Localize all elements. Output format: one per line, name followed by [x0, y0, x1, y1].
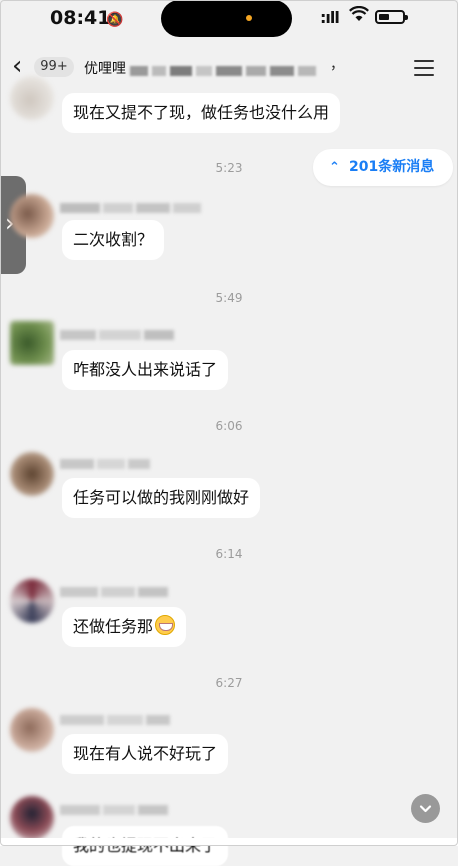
timestamp: 6:27 — [215, 676, 243, 690]
chat-title-tail: ， — [330, 57, 344, 73]
input-area-edge — [0, 838, 458, 846]
message-bubble[interactable]: 任务可以做的我刚刚做好 — [62, 478, 261, 518]
avatar[interactable] — [10, 452, 54, 496]
avatar[interactable] — [10, 76, 54, 120]
bell-slash-icon: 🔕 — [106, 12, 124, 28]
avatar[interactable] — [10, 321, 54, 365]
avatar[interactable] — [10, 796, 54, 840]
back-chevron-icon[interactable]: ‹ — [12, 52, 22, 80]
sender-name — [60, 454, 153, 469]
status-bar: 08:41 🔕 :ıll — [0, 0, 458, 40]
chat-header: ‹ 99+ 优哩哩 ， — [0, 44, 458, 90]
message-bubble[interactable]: 我的也提现不出来了 — [62, 826, 229, 866]
message-bubble[interactable]: 现在又提不了现，做任务也没什么用 — [62, 93, 341, 133]
sender-name — [60, 800, 171, 815]
cellular-signal-icon: :ıll — [320, 8, 340, 27]
sender-name — [60, 198, 204, 213]
dynamic-island — [161, 0, 292, 37]
avatar[interactable] — [10, 579, 54, 623]
avatar[interactable] — [10, 708, 54, 752]
privacy-indicator-icon — [246, 15, 252, 21]
timestamp: 6:14 — [215, 547, 243, 561]
message-bubble[interactable]: 还做任务那 — [62, 607, 187, 647]
menu-icon[interactable] — [414, 60, 434, 81]
avatar[interactable] — [10, 194, 54, 238]
message-bubble[interactable]: 咋都没人出来说话了 — [62, 350, 229, 390]
scroll-to-bottom-button[interactable] — [411, 794, 440, 823]
timestamp: 5:49 — [215, 291, 243, 305]
sender-name — [60, 325, 177, 340]
sender-name — [60, 710, 173, 725]
chevron-down-icon — [419, 805, 432, 813]
timestamp: 6:06 — [215, 419, 243, 433]
timestamp: 5:23 — [215, 161, 243, 175]
status-time: 08:41 — [50, 7, 111, 29]
wifi-icon — [349, 5, 369, 26]
message-bubble[interactable]: 现在有人说不好玩了 — [62, 734, 229, 774]
grinning-emoji-icon — [155, 615, 176, 635]
battery-icon — [375, 10, 408, 24]
chat-title: 优哩哩 — [84, 61, 126, 77]
message-bubble[interactable]: 二次收割？ — [62, 220, 165, 260]
unread-count-badge[interactable]: 99+ — [34, 57, 74, 77]
blurred-title-text — [130, 61, 335, 76]
sender-name — [60, 582, 171, 597]
message-text: 还做任务那 — [73, 617, 154, 636]
